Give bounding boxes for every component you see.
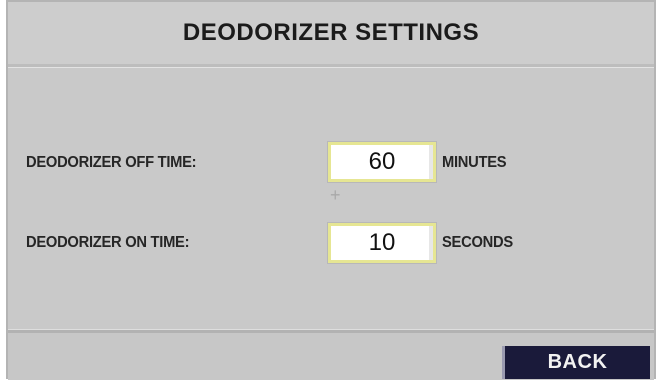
- field-edge: [429, 145, 433, 179]
- back-button[interactable]: BACK: [502, 346, 650, 379]
- off-time-unit: MINUTES: [442, 154, 507, 171]
- page-title: DEODORIZER SETTINGS: [182, 19, 480, 46]
- on-time-value: 10: [368, 229, 396, 256]
- plus-icon: +: [330, 185, 341, 205]
- on-time-unit: SECONDS: [442, 234, 513, 251]
- on-time-label: DEODORIZER ON TIME:: [26, 234, 190, 251]
- deodorizer-settings-screen: DEODORIZER SETTINGS DEODORIZER OFF TIME:…: [6, 0, 656, 380]
- field-edge: [429, 226, 433, 260]
- off-time-field[interactable]: 60: [327, 141, 437, 183]
- off-time-value: 60: [368, 148, 396, 175]
- on-time-field[interactable]: 10: [327, 222, 437, 264]
- title-bar: DEODORIZER SETTINGS: [8, 2, 654, 67]
- off-time-label: DEODORIZER OFF TIME:: [26, 154, 197, 171]
